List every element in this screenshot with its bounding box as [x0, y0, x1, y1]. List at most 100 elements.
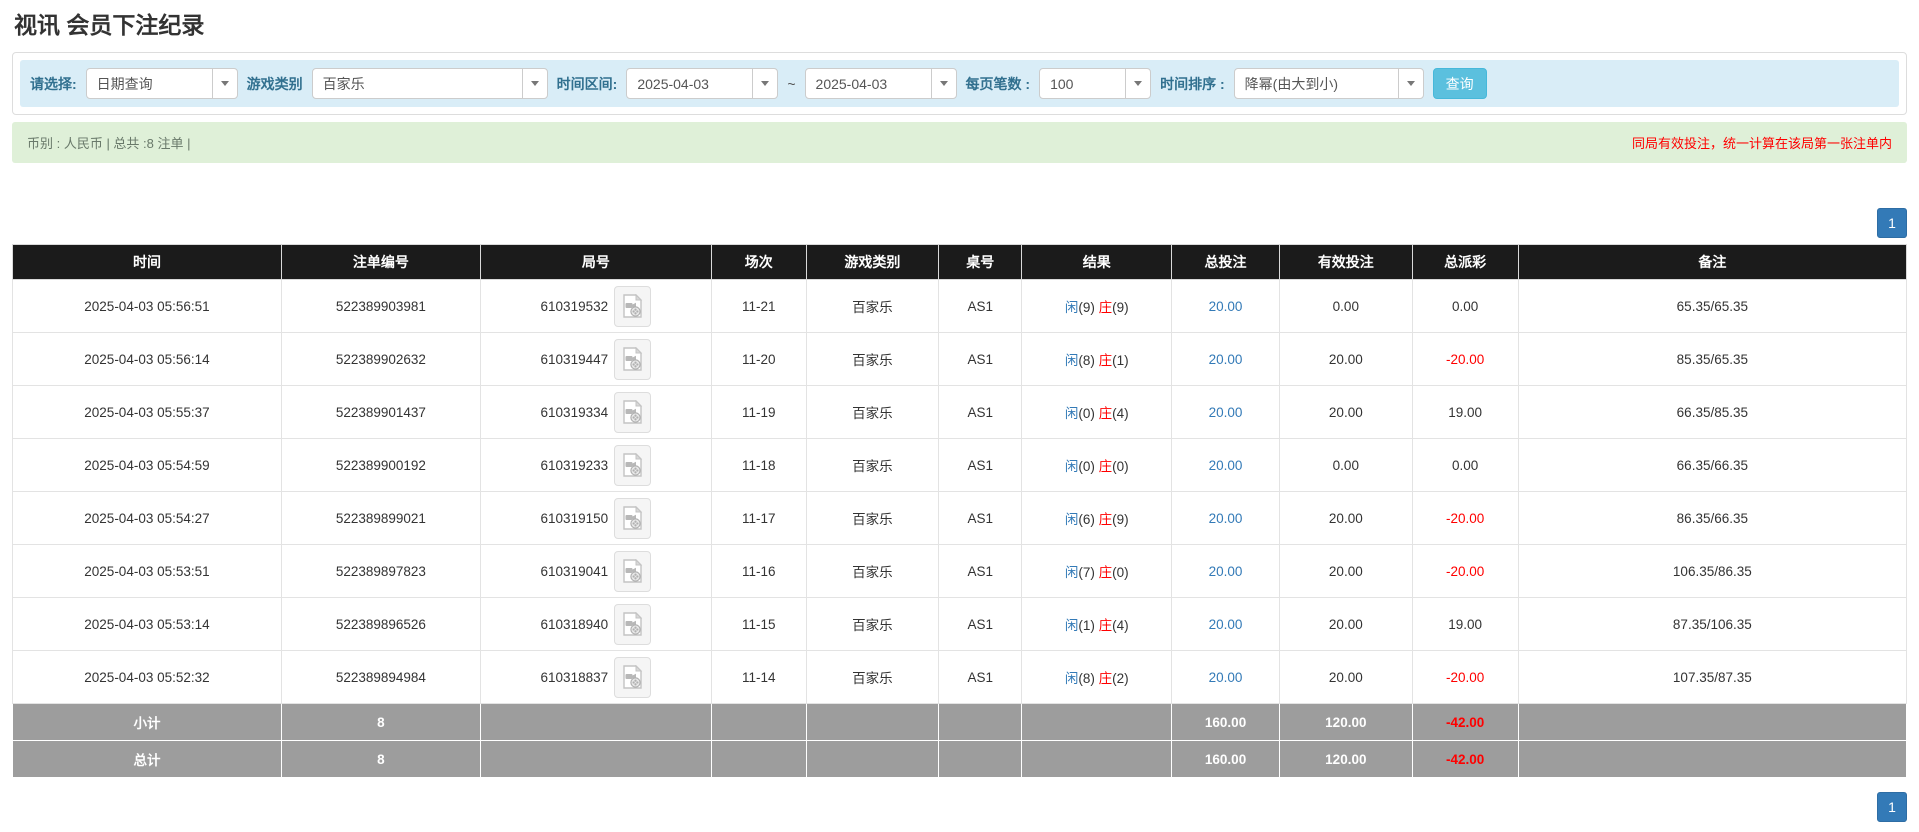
total-bet-link[interactable]: 20.00: [1209, 299, 1243, 314]
time-cell: 2025-04-03 05:55:37: [12, 385, 282, 439]
page-1-button[interactable]: 1: [1877, 792, 1907, 822]
session-cell: 11-21: [710, 279, 807, 333]
round-id-value: 610319041: [540, 563, 609, 579]
query-type-select[interactable]: 日期查询: [85, 68, 238, 99]
col-time: 时间: [12, 244, 282, 280]
banker-result-value: (2): [1112, 671, 1129, 686]
player-result-label: 闲: [1064, 300, 1079, 315]
query-type-value: 日期查询: [96, 75, 153, 92]
time-cell: 2025-04-03 05:56:14: [12, 332, 282, 386]
valid-bet-cell: 0.00: [1279, 279, 1413, 333]
game-category-select[interactable]: 百家乐: [311, 68, 548, 99]
chevron-down-icon: [1397, 69, 1423, 98]
table-no-cell: AS1: [938, 544, 1023, 598]
total-bet-link[interactable]: 20.00: [1209, 405, 1243, 420]
total-bet-link[interactable]: 20.00: [1209, 511, 1243, 526]
banker-result-label: 庄: [1098, 459, 1113, 474]
video-replay-icon: [623, 664, 643, 689]
banker-result-label: 庄: [1098, 406, 1113, 421]
sort-order-label: 时间排序 :: [1160, 75, 1225, 92]
grand-total-label: 总计: [12, 740, 282, 778]
session-cell: 11-15: [710, 597, 807, 651]
total-bet-link[interactable]: 20.00: [1209, 564, 1243, 579]
bet-id-cell: 522389896526: [280, 597, 481, 651]
page-title: 视讯 会员下注纪录: [14, 12, 205, 38]
page-1-button[interactable]: 1: [1877, 208, 1907, 238]
banker-result-value: (9): [1112, 300, 1129, 315]
search-button[interactable]: 查询: [1432, 68, 1487, 99]
video-replay-icon: [623, 346, 643, 371]
round-id-value: 610319532: [540, 298, 609, 314]
summary-currency-text: 币别 : 人民币 | 总共 :8 注单 |: [27, 136, 191, 151]
remark-cell: 107.35/87.35: [1517, 650, 1908, 704]
table-no-cell: AS1: [938, 385, 1023, 439]
banker-result-value: (1): [1112, 353, 1129, 368]
chevron-down-icon: [521, 69, 547, 98]
table-no-cell: AS1: [938, 650, 1023, 704]
page-size-select[interactable]: 100: [1039, 68, 1152, 99]
col-total-bet: 总投注: [1171, 244, 1281, 280]
table-no-cell: AS1: [938, 332, 1023, 386]
banker-result-label: 庄: [1098, 618, 1113, 633]
video-replay-icon: [623, 558, 643, 583]
grand-total-row: 总计 8 160.00 120.00 -42.00: [12, 740, 1908, 778]
payout-cell: -20.00: [1411, 491, 1519, 545]
summary-notice-text: 同局有效投注，统一计算在该局第一张注单内: [1631, 136, 1892, 151]
remark-cell: 86.35/66.35: [1517, 491, 1908, 545]
player-result-label: 闲: [1064, 406, 1079, 421]
bet-id-cell: 522389901437: [280, 385, 481, 439]
table-no-cell: AS1: [938, 438, 1023, 492]
time-cell: 2025-04-03 05:52:32: [12, 650, 282, 704]
player-result-label: 闲: [1064, 671, 1079, 686]
time-cell: 2025-04-03 05:54:59: [12, 438, 282, 492]
remark-cell: 66.35/85.35: [1517, 385, 1908, 439]
sort-order-select[interactable]: 降幂(由大到小): [1233, 68, 1424, 99]
date-to-select[interactable]: 2025-04-03: [804, 68, 957, 99]
valid-bet-cell: 20.00: [1279, 650, 1413, 704]
round-id-value: 610319150: [540, 510, 609, 526]
bet-id-cell: 522389903981: [280, 279, 481, 333]
table-no-cell: AS1: [938, 279, 1023, 333]
video-playback-button[interactable]: [614, 497, 652, 539]
total-bet-link[interactable]: 20.00: [1209, 352, 1243, 367]
round-id-cell: 610318837: [479, 650, 712, 704]
banker-result-label: 庄: [1098, 565, 1113, 580]
bet-id-cell: 522389894984: [280, 650, 481, 704]
video-playback-button[interactable]: [614, 656, 652, 698]
col-session: 场次: [710, 244, 807, 280]
bet-id-cell: 522389897823: [280, 544, 481, 598]
video-playback-button[interactable]: [614, 285, 652, 327]
round-id-cell: 610319532: [479, 279, 712, 333]
round-id-value: 610319233: [540, 457, 609, 473]
chevron-down-icon: [211, 69, 237, 98]
bottom-pagination: 1: [12, 792, 1907, 822]
date-from-value: 2025-04-03: [637, 75, 709, 92]
col-round-id: 局号: [479, 244, 712, 280]
table-row: 2025-04-03 05:52:32 522389894984 610318837…: [12, 650, 1908, 704]
video-playback-button[interactable]: [614, 338, 652, 380]
table-no-cell: AS1: [938, 491, 1023, 545]
video-playback-button[interactable]: [614, 550, 652, 592]
total-bet-link[interactable]: 20.00: [1209, 670, 1243, 685]
game-category-value: 百家乐: [322, 75, 365, 92]
remark-cell: 65.35/65.35: [1517, 279, 1908, 333]
player-result-label: 闲: [1064, 618, 1079, 633]
total-bet-link[interactable]: 20.00: [1209, 458, 1243, 473]
valid-bet-cell: 0.00: [1279, 438, 1413, 492]
player-result-label: 闲: [1064, 353, 1079, 368]
valid-bet-cell: 20.00: [1279, 332, 1413, 386]
date-from-select[interactable]: 2025-04-03: [626, 68, 779, 99]
video-playback-button[interactable]: [614, 603, 652, 645]
table-no-cell: AS1: [938, 597, 1023, 651]
player-result-value: (8): [1078, 353, 1099, 368]
payout-cell: -20.00: [1411, 544, 1519, 598]
table-row: 2025-04-03 05:53:51 522389897823 610319041…: [12, 544, 1908, 598]
payout-cell: -20.00: [1411, 650, 1519, 704]
valid-bet-cell: 20.00: [1279, 597, 1413, 651]
col-game-type: 游戏类别: [805, 244, 940, 280]
video-playback-button[interactable]: [614, 444, 652, 486]
video-playback-button[interactable]: [614, 391, 652, 433]
game-type-cell: 百家乐: [805, 385, 940, 439]
total-bet-link[interactable]: 20.00: [1209, 617, 1243, 632]
player-result-label: 闲: [1064, 565, 1079, 580]
